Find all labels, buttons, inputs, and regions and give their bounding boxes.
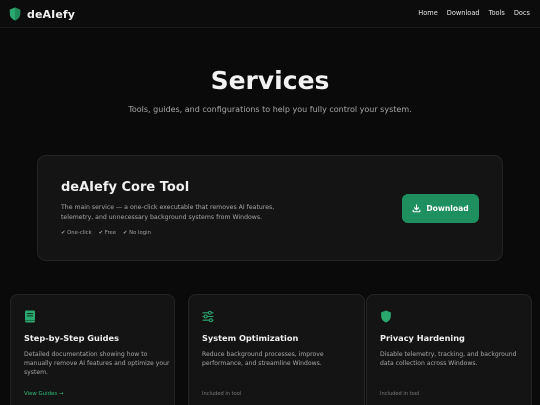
nav-link-tools[interactable]: Tools [489, 9, 505, 17]
feature-card-title: System Optimization [202, 333, 299, 343]
feature-card-title: Step-by-Step Guides [24, 333, 119, 343]
tag-free: ✔ Free [98, 230, 117, 236]
book-icon [25, 310, 35, 323]
feature-card-description: Reduce background processes, improve per… [202, 351, 324, 368]
core-tool-description: The main service — a one-click executabl… [61, 204, 275, 221]
nav-link-docs[interactable]: Docs [514, 9, 530, 17]
feature-card-privacy: Privacy Hardening Disable telemetry, tra… [366, 294, 532, 405]
core-tool-tags: ✔ One-click ✔ Free ✔ No login [61, 230, 151, 236]
feature-card-footnote: Included in tool [380, 391, 420, 397]
shield-icon [381, 310, 391, 323]
nav-links: Home Download Tools Docs [418, 9, 530, 17]
feature-card-description: Disable telemetry, tracking, and backgro… [380, 351, 517, 368]
page-subtitle: Tools, guides, and configurations to hel… [128, 105, 412, 114]
top-nav: deAIefy Home Download Tools Docs [0, 0, 540, 28]
download-icon [412, 204, 421, 213]
feature-card-optimization: System Optimization Reduce background pr… [188, 294, 365, 405]
sliders-icon [202, 310, 214, 323]
feature-card-description: Detailed documentation showing how to ma… [24, 351, 170, 377]
core-tool-card: deAIefy Core Tool The main service — a o… [37, 155, 503, 261]
feature-card-guides: Step-by-Step Guides Detailed documentati… [10, 294, 175, 405]
page-title: Services [210, 66, 330, 95]
brand[interactable]: deAIefy [9, 7, 75, 21]
nav-link-home[interactable]: Home [418, 9, 437, 17]
download-button-label: Download [426, 204, 469, 213]
core-tool-title: deAIefy Core Tool [61, 180, 190, 195]
view-guides-link[interactable]: View Guides → [24, 391, 63, 397]
tag-no-login: ✔ No login [123, 230, 151, 236]
tag-one-click: ✔ One-click [61, 230, 92, 236]
brand-name: deAIefy [27, 7, 76, 21]
download-button[interactable]: Download [402, 194, 479, 223]
feature-card-title: Privacy Hardening [380, 333, 465, 343]
nav-link-download[interactable]: Download [447, 9, 480, 17]
shield-logo-icon [9, 7, 21, 21]
feature-card-footnote: Included in tool [202, 391, 242, 397]
